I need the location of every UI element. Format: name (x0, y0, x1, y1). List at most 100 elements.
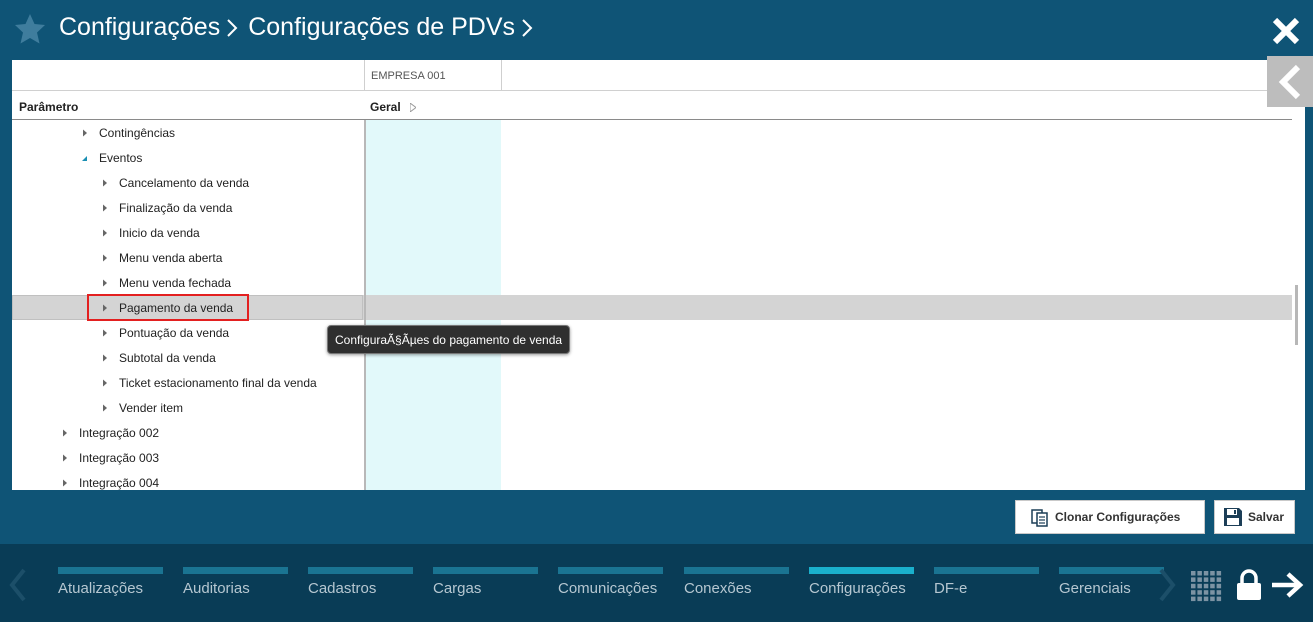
chevron-right-icon (226, 18, 238, 38)
lock-icon[interactable] (1236, 569, 1262, 601)
save-button[interactable]: Salvar (1214, 500, 1295, 534)
caret-right-icon[interactable] (100, 378, 110, 388)
caret-right-icon[interactable] (100, 278, 110, 288)
nav-tab-bar (809, 567, 914, 574)
nav-tab-label: Auditorias (183, 580, 250, 597)
breadcrumb: Configurações Configurações de PDVs (59, 13, 543, 42)
tree-item[interactable]: Ticket estacionamento final da venda (100, 370, 317, 395)
nav-tab[interactable]: Cadastros (308, 567, 413, 607)
clone-config-button[interactable]: Clonar Configurações (1015, 500, 1205, 534)
caret-right-icon[interactable] (100, 353, 110, 363)
nav-tab[interactable]: Cargas (433, 567, 538, 607)
tree-item[interactable]: Vender item (100, 395, 183, 420)
caret-right-icon[interactable] (100, 203, 110, 213)
chevron-left-icon[interactable] (8, 568, 28, 602)
value-column-header-label: Geral (370, 100, 401, 114)
caret-right-icon[interactable] (100, 228, 110, 238)
tree-item[interactable]: Subtotal da venda (100, 345, 216, 370)
nav-tab-bar (934, 567, 1039, 574)
tree-item[interactable]: Menu venda fechada (100, 270, 231, 295)
tree-item-label: Eventos (99, 150, 143, 165)
nav-tab-bar (58, 567, 163, 574)
tree-item[interactable]: Contingências (80, 120, 175, 145)
tree-item-label: Pontuação da venda (119, 325, 230, 340)
nav-tab-label: Configurações (809, 580, 906, 597)
tree-item-label: Integração 004 (79, 475, 160, 490)
vertical-scrollbar[interactable] (1295, 285, 1298, 345)
nav-tab-bar (684, 567, 789, 574)
value-column-header[interactable]: Geral (370, 100, 416, 114)
caret-right-icon[interactable] (100, 178, 110, 188)
nav-tab-label: Cadastros (308, 580, 377, 597)
caret-down-icon[interactable] (80, 153, 90, 163)
nav-tab-label: Atualizações (58, 580, 144, 597)
breadcrumb-item-configuracoes-pdvs[interactable]: Configurações de PDVs (248, 13, 515, 42)
tree-item-label: Contingências (99, 125, 176, 140)
nav-tab[interactable]: Comunicações (558, 567, 663, 607)
nav-tab[interactable]: Conexões (684, 567, 789, 607)
header-bar: Configurações Configurações de PDVs (0, 0, 1313, 60)
floppy-disk-icon (1224, 508, 1242, 526)
tree-item-label: Subtotal da venda (119, 350, 216, 365)
nav-tab-label: Gerenciais (1059, 580, 1131, 597)
caret-right-icon[interactable] (80, 128, 90, 138)
tree-item-label: Cancelamento da venda (119, 175, 250, 190)
tree-item[interactable]: Integração 003 (60, 445, 159, 470)
nav-tab[interactable]: Auditorias (183, 567, 288, 607)
nav-tab-label: DF-e (934, 580, 968, 597)
chevron-right-icon[interactable] (521, 18, 533, 38)
nav-tab-label: Comunicações (558, 580, 658, 597)
caret-right-icon[interactable] (100, 328, 110, 338)
back-tab-button[interactable] (1267, 56, 1313, 107)
tree-item-label: Menu venda aberta (119, 250, 223, 265)
grid-icon[interactable] (1190, 570, 1222, 602)
nav-tab-label: Conexões (684, 580, 752, 597)
star-icon[interactable] (14, 13, 46, 45)
nav-tab[interactable]: Configurações (809, 567, 914, 607)
nav-tab-bar (183, 567, 288, 574)
tree-item[interactable]: Pontuação da venda (100, 320, 229, 345)
nav-tab-bar (308, 567, 413, 574)
tree-item-label: Inicio da venda (119, 225, 200, 240)
nav-tab-bar (1059, 567, 1164, 574)
close-icon[interactable] (1271, 16, 1301, 46)
tree-item[interactable]: Integração 004 (60, 470, 159, 490)
breadcrumb-item-configuracoes[interactable]: Configurações (59, 13, 220, 42)
logout-arrow-icon[interactable] (1270, 572, 1304, 598)
caret-right-icon[interactable] (60, 478, 70, 488)
tree-item-label: Ticket estacionamento final da venda (119, 375, 317, 390)
tree-item[interactable]: Inicio da venda (100, 220, 200, 245)
caret-right-icon[interactable] (60, 453, 70, 463)
tree-item-label: Vender item (119, 400, 184, 415)
tree-item-label: Menu venda fechada (119, 275, 232, 290)
nav-tab[interactable]: DF-e (934, 567, 1039, 607)
column-splitter[interactable] (364, 120, 366, 490)
tree-item-label: Integração 003 (79, 450, 160, 465)
tree-item[interactable]: Integração 002 (60, 420, 159, 445)
tree-item[interactable]: Eventos (80, 145, 142, 170)
header-divider (12, 90, 1292, 91)
caret-right-icon[interactable] (60, 428, 70, 438)
save-label: Salvar (1248, 510, 1285, 524)
caret-right-icon[interactable] (100, 403, 110, 413)
param-column-header: Parâmetro (19, 100, 79, 114)
expand-column-icon[interactable] (409, 102, 416, 112)
column-group-header: EMPRESA 001 (364, 60, 502, 90)
nav-tab-bar (433, 567, 538, 574)
chevron-right-icon[interactable] (1157, 568, 1177, 602)
nav-tab-bar (558, 567, 663, 574)
nav-tab[interactable]: Gerenciais (1059, 567, 1164, 607)
tree-item[interactable]: Cancelamento da venda (100, 170, 249, 195)
caret-right-icon[interactable] (100, 253, 110, 263)
tree-item[interactable]: Menu venda aberta (100, 245, 222, 270)
nav-tab[interactable]: Atualizações (58, 567, 163, 607)
tree-item-label: Finalização da venda (119, 200, 233, 215)
nav-tab-label: Cargas (433, 580, 482, 597)
tooltip: ConfiguraÃ§Ãµes do pagamento de venda (327, 325, 571, 354)
tree-item[interactable]: Finalização da venda (100, 195, 232, 220)
config-grid-panel: EMPRESA 001 Parâmetro Geral Contingência… (12, 60, 1305, 490)
tree-item-label: Integração 002 (79, 425, 160, 440)
clone-config-label: Clonar Configurações (1055, 510, 1181, 524)
bottom-nav: Atualizações Auditorias Cadastros Cargas Com… (0, 544, 1313, 622)
highlight-annotation (87, 294, 249, 321)
